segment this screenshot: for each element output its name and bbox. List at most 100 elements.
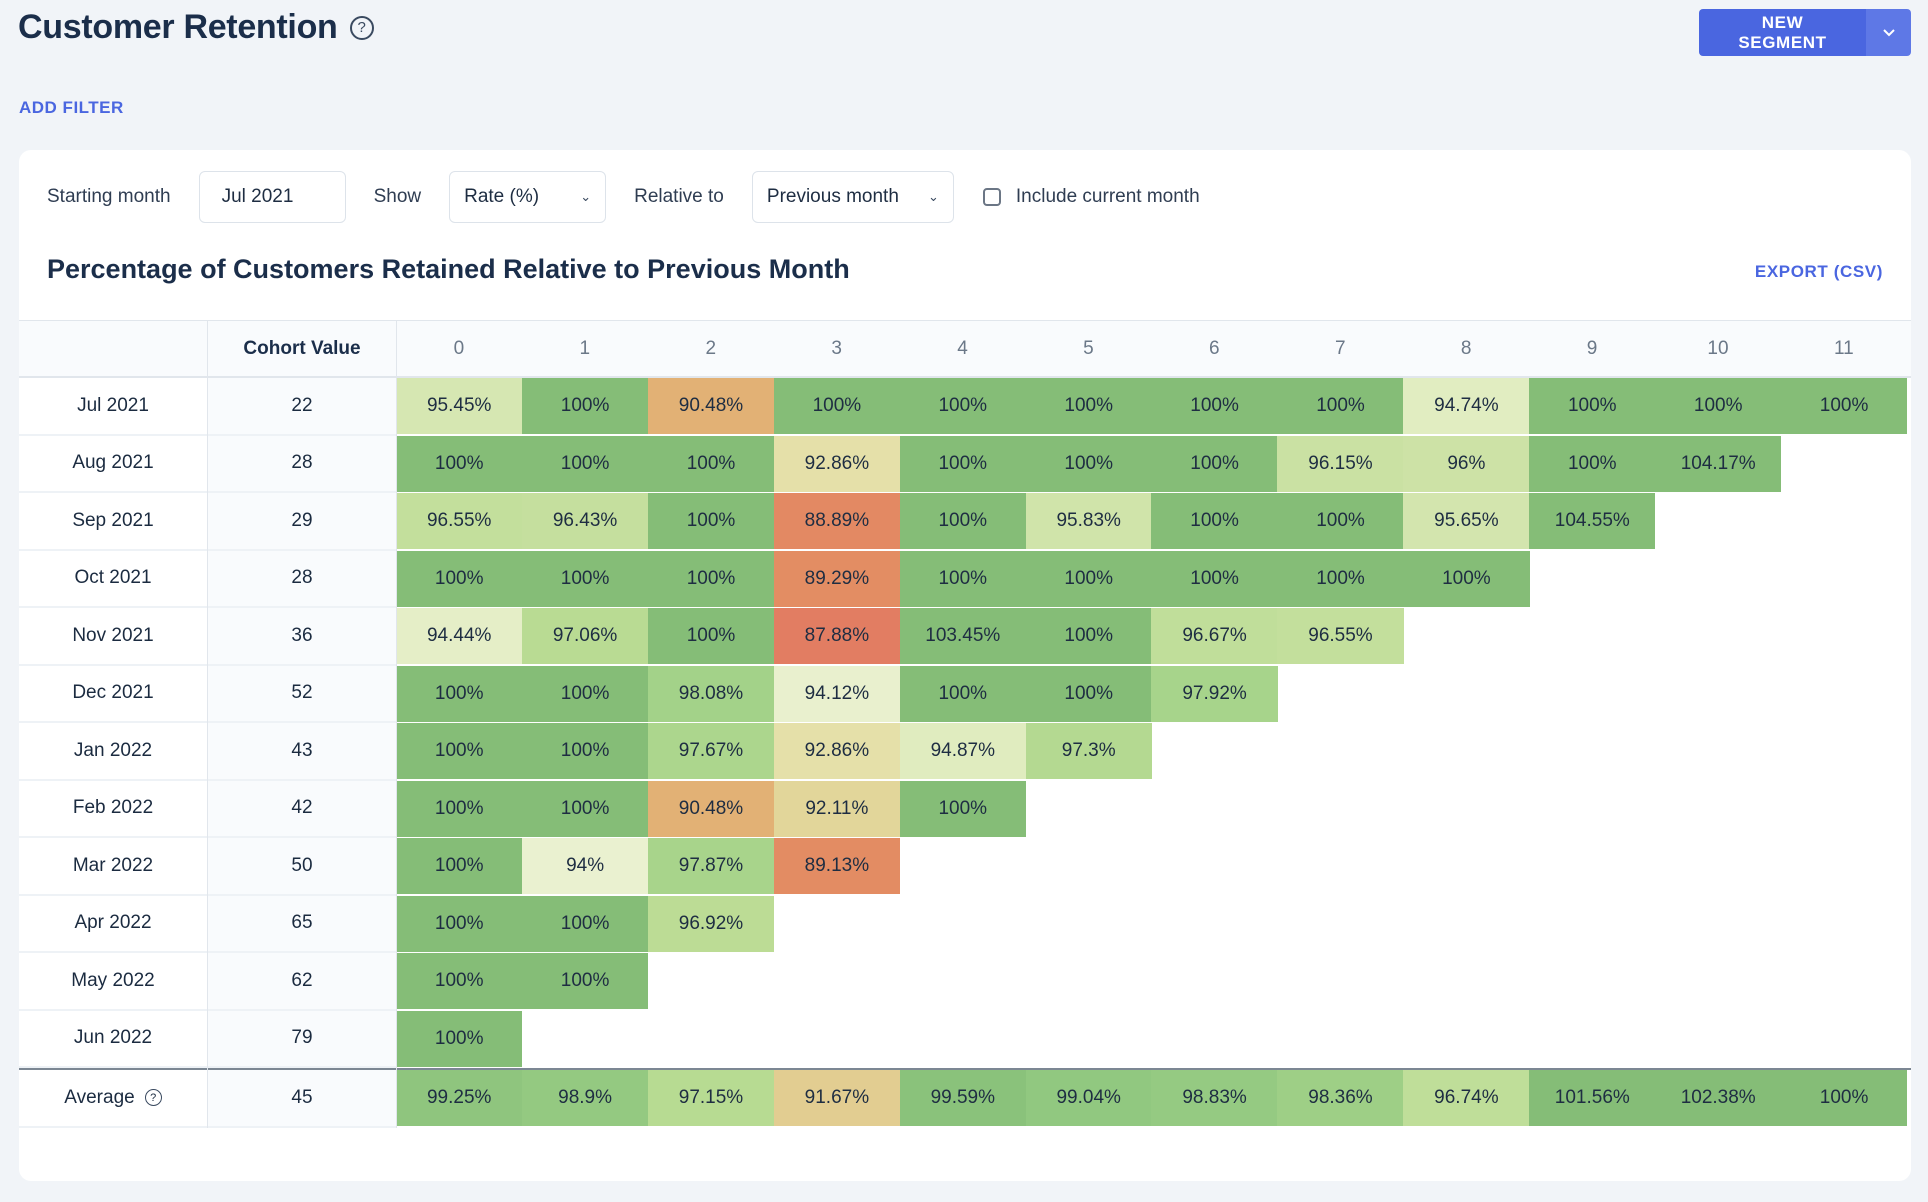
starting-month-input[interactable]: Jul 2021 bbox=[198, 171, 346, 223]
column-header-8: 8 bbox=[1460, 338, 1472, 359]
heatmap-cell: 98.36% bbox=[1277, 1070, 1404, 1126]
heatmap-cell: 100% bbox=[1151, 550, 1278, 607]
heatmap-cell: 97.3% bbox=[1025, 723, 1152, 779]
page-title-text: Customer Retention bbox=[18, 8, 338, 46]
heatmap-cell: 100% bbox=[899, 435, 1026, 492]
cohort-value: 50 bbox=[208, 838, 396, 896]
heatmap-cell: 96.92% bbox=[647, 895, 775, 952]
heatmap-cell: 100% bbox=[1151, 435, 1278, 492]
heatmap-cell: 100% bbox=[899, 665, 1026, 722]
row-label-text: Sep 2021 bbox=[72, 509, 154, 531]
heatmap-cell: 100% bbox=[521, 723, 649, 779]
export-csv-link[interactable]: EXPORT (CSV) bbox=[1755, 262, 1883, 282]
heatmap-cell: 100% bbox=[647, 550, 775, 607]
cohort-value: 62 bbox=[208, 953, 396, 1011]
heatmap-cell: 104.55% bbox=[1529, 493, 1656, 549]
heatmap-cell: 92.86% bbox=[773, 435, 901, 492]
table-row: Aug 2021 28 100% 100% 100% 92.86% 100% 100% 100%… bbox=[19, 435, 1911, 493]
row-label-text: Jan 2022 bbox=[73, 739, 153, 761]
table-row: Sep 2021 29 96.55% 96.43% 100% 88.89% 100% 95.8… bbox=[19, 493, 1911, 551]
row-label: May 2022 bbox=[19, 953, 207, 1011]
row-label: Sep 2021 bbox=[19, 493, 207, 551]
heatmap-cell: 90.48% bbox=[647, 378, 775, 434]
cohort-value: 29 bbox=[208, 493, 396, 551]
show-value: Rate (%) bbox=[464, 186, 540, 207]
heatmap-cell: 100% bbox=[1025, 608, 1152, 664]
add-filter-link[interactable]: ADD FILTER bbox=[19, 98, 124, 118]
chevron-down-icon: ⌄ bbox=[580, 189, 592, 204]
help-icon[interactable]: ? bbox=[144, 1089, 162, 1107]
heatmap-cell: 100% bbox=[396, 435, 523, 492]
heatmap-cell: 100% bbox=[647, 435, 775, 492]
cohort-value: 28 bbox=[208, 550, 396, 608]
heatmap-cell: 100% bbox=[1780, 378, 1908, 434]
heatmap-cell: 103.45% bbox=[899, 608, 1026, 664]
cohort-value: 28 bbox=[208, 435, 396, 493]
heatmap-cell: 100% bbox=[396, 1010, 523, 1067]
chevron-down-icon bbox=[1882, 29, 1895, 37]
heatmap-cell: 94.44% bbox=[396, 608, 523, 664]
heatmap-cell: 100% bbox=[521, 378, 649, 434]
heatmap-cell: 96.15% bbox=[1277, 435, 1404, 492]
table-row: Jan 2022 43 100% 100% 97.67% 92.86% 94.87% 97.3… bbox=[19, 723, 1911, 781]
column-divider bbox=[396, 320, 397, 1128]
new-segment-button[interactable]: NEW SEGMENT bbox=[1699, 9, 1866, 56]
column-header-0: 0 bbox=[453, 338, 465, 359]
column-header-6: 6 bbox=[1209, 338, 1220, 359]
heatmap-cell: 100% bbox=[899, 550, 1026, 607]
column-header-10: 10 bbox=[1707, 338, 1729, 359]
heatmap-cell: 94.74% bbox=[1403, 378, 1530, 434]
row-label-text: Apr 2022 bbox=[74, 912, 152, 934]
relative-to-select[interactable]: Previous month ⌄ bbox=[751, 171, 954, 223]
heatmap-cell: 96.55% bbox=[1277, 608, 1404, 664]
heatmap-cell: 95.45% bbox=[396, 378, 523, 434]
row-label: Jan 2022 bbox=[19, 723, 207, 781]
starting-month-label: Starting month bbox=[47, 186, 171, 207]
heatmap-cell: 104.17% bbox=[1655, 435, 1782, 492]
heatmap-cell: 94.87% bbox=[899, 723, 1026, 779]
heatmap-cell: 98.08% bbox=[647, 665, 775, 722]
relative-to-value: Previous month bbox=[766, 186, 899, 207]
column-header-9: 9 bbox=[1586, 338, 1598, 359]
heatmap-cell: 100% bbox=[521, 780, 649, 837]
heatmap-cell: 100% bbox=[1025, 435, 1152, 492]
new-segment-button-group: NEW SEGMENT bbox=[1699, 9, 1911, 56]
heatmap-cell: 97.67% bbox=[647, 723, 775, 779]
include-current-month-checkbox[interactable] bbox=[982, 188, 1001, 206]
section-title: Percentage of Customers Retained Relativ… bbox=[47, 254, 850, 284]
cohort-value: 42 bbox=[208, 780, 396, 838]
heatmap-cell: 99.59% bbox=[899, 1070, 1026, 1126]
cohort-value: 45 bbox=[208, 1070, 396, 1128]
row-label-text: Nov 2021 bbox=[72, 624, 154, 646]
heatmap-cell: 90.48% bbox=[647, 780, 775, 837]
heatmap-cell: 100% bbox=[1151, 378, 1278, 434]
help-icon[interactable]: ? bbox=[349, 15, 374, 40]
table-row: Apr 2022 65 100% 100% 96.92% bbox=[19, 895, 1911, 953]
row-label: Nov 2021 bbox=[19, 608, 207, 666]
heatmap-cell: 97.92% bbox=[1151, 665, 1278, 722]
chevron-down-icon: ⌄ bbox=[927, 189, 939, 204]
heatmap-cell: 89.13% bbox=[773, 838, 901, 894]
heatmap-cell: 100% bbox=[899, 493, 1026, 549]
heatmap-cell: 100% bbox=[1655, 378, 1782, 434]
heatmap-cell: 100% bbox=[899, 378, 1026, 434]
column-header-7: 7 bbox=[1334, 338, 1346, 359]
heatmap-cell: 100% bbox=[1403, 550, 1530, 607]
cohort-value: 79 bbox=[208, 1010, 396, 1068]
heatmap-cell: 100% bbox=[521, 665, 649, 722]
heatmap-cell: 100% bbox=[1025, 378, 1152, 434]
new-segment-dropdown-button[interactable] bbox=[1866, 9, 1911, 56]
heatmap-cell: 98.83% bbox=[1151, 1070, 1278, 1126]
heatmap-cell: 87.88% bbox=[773, 608, 901, 664]
heatmap-cell: 100% bbox=[647, 493, 775, 549]
show-select[interactable]: Rate (%) ⌄ bbox=[449, 171, 607, 223]
cohort-value: 22 bbox=[208, 378, 396, 436]
heatmap-cell: 100% bbox=[521, 550, 649, 607]
table-row: Feb 2022 42 100% 100% 90.48% 92.11% 100% bbox=[19, 780, 1911, 838]
heatmap-cell: 100% bbox=[396, 723, 523, 779]
heatmap-cell: 89.29% bbox=[773, 550, 901, 607]
heatmap-cell: 96% bbox=[1403, 435, 1530, 492]
heatmap-cell: 100% bbox=[899, 780, 1026, 837]
heatmap-cell: 100% bbox=[396, 895, 523, 952]
show-label: Show bbox=[373, 186, 422, 207]
